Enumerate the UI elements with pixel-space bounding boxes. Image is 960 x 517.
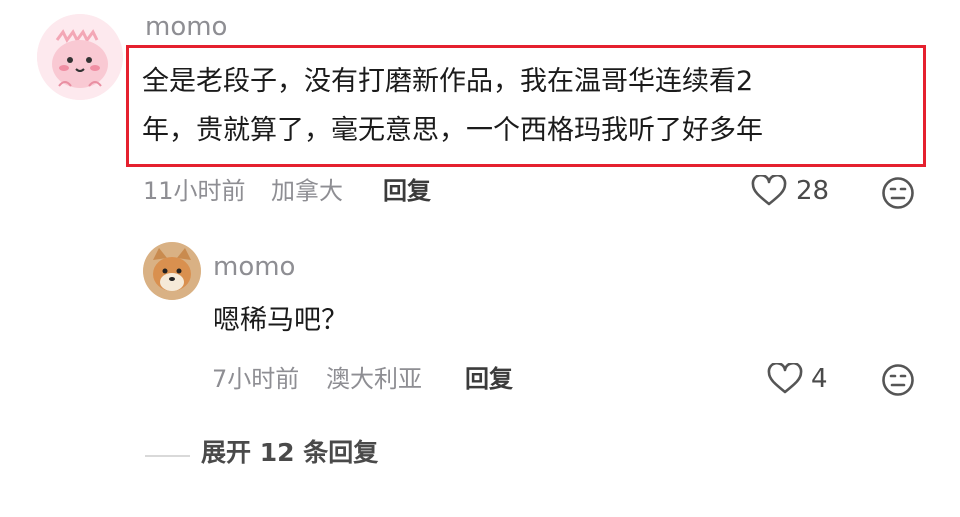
- avatar[interactable]: [37, 14, 123, 100]
- shiba-dog-avatar-icon: [143, 242, 201, 300]
- reply-location: 澳大利亚: [326, 365, 422, 393]
- reply-button[interactable]: 回复: [383, 179, 431, 203]
- reply-avatar[interactable]: [143, 242, 201, 300]
- comment-text-line1: 全是老段子，没有打磨新作品，我在温哥华连续看2: [142, 66, 754, 97]
- heart-outline-icon[interactable]: [751, 173, 787, 211]
- reply-text: 嗯稀马吧？: [213, 305, 348, 336]
- pink-cartoon-avatar-icon: [37, 14, 123, 100]
- meh-face-icon[interactable]: [881, 363, 915, 401]
- comment-location: 加拿大: [271, 177, 343, 205]
- reply-reply-button[interactable]: 回复: [465, 367, 513, 391]
- reply-username[interactable]: momo: [213, 254, 295, 280]
- comment-text-line2: 年，贵就算了，毫无意思，一个西格玛我听了好多年: [142, 115, 763, 146]
- expand-divider: [145, 455, 190, 457]
- expand-replies-button[interactable]: 展开 12 条回复: [201, 440, 378, 465]
- comment-time: 11小时前: [143, 177, 246, 205]
- reply-time: 7小时前: [212, 365, 300, 393]
- heart-outline-icon[interactable]: [767, 361, 803, 399]
- meh-face-icon[interactable]: [881, 176, 915, 214]
- comment-username[interactable]: momo: [145, 14, 227, 40]
- reply-like-count: 4: [811, 364, 828, 394]
- like-count: 28: [796, 176, 830, 206]
